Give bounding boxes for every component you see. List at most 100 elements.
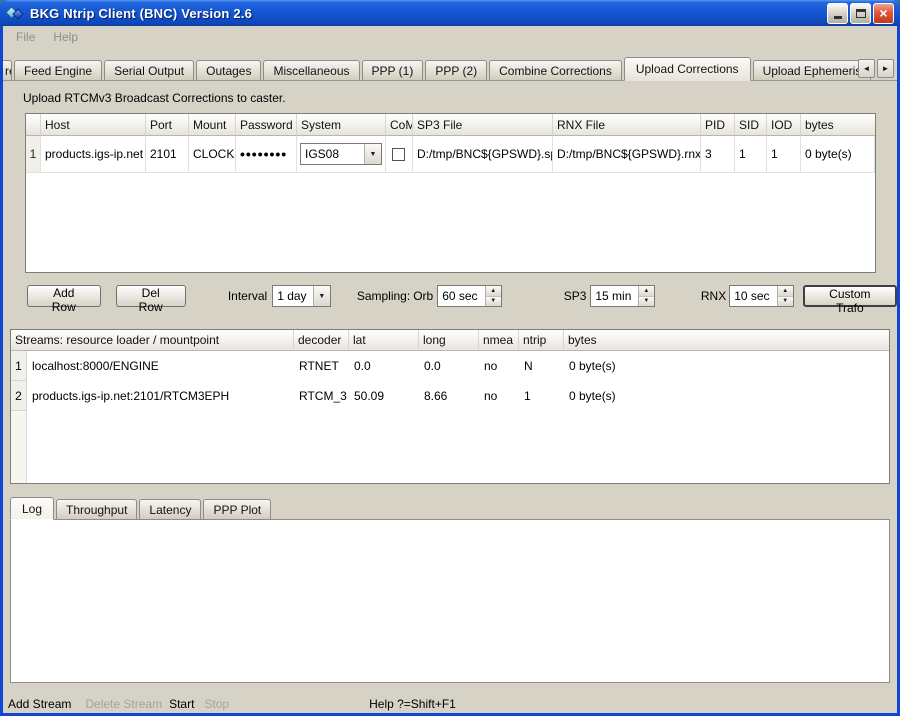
system-combobox[interactable]: IGS08 ▼ — [300, 143, 382, 165]
tab-latency[interactable]: Latency — [139, 499, 201, 519]
column-header-sid[interactable]: SID — [735, 114, 767, 136]
stop-button[interactable]: Stop — [204, 697, 229, 711]
stream-row[interactable]: 1 localhost:8000/ENGINE RTNET 0.0 0.0 no… — [11, 351, 889, 381]
cell-pid[interactable]: 3 — [701, 136, 735, 173]
menu-bar: File Help — [3, 26, 897, 48]
close-button[interactable]: × — [873, 3, 894, 24]
client-area: File Help rections Feed Engine Serial Ou… — [3, 26, 897, 713]
column-header-pid[interactable]: PID — [701, 114, 735, 136]
minimize-button[interactable] — [827, 3, 848, 24]
tab-log[interactable]: Log — [10, 497, 54, 520]
cell-sid[interactable]: 1 — [735, 136, 767, 173]
tab-ppp-2[interactable]: PPP (2) — [425, 60, 487, 80]
start-button[interactable]: Start — [169, 697, 194, 711]
delete-stream-button[interactable]: Delete Stream — [85, 697, 162, 711]
column-header-iod[interactable]: IOD — [767, 114, 801, 136]
spin-buttons[interactable]: ▲ ▼ — [638, 286, 654, 306]
tab-broadcast-corrections[interactable]: rections — [3, 60, 12, 80]
column-header-sp3-file[interactable]: SP3 File — [413, 114, 553, 136]
cell-lat: 0.0 — [349, 351, 419, 381]
tab-upload-corrections[interactable]: Upload Corrections — [624, 57, 751, 81]
tab-combine-corrections[interactable]: Combine Corrections — [489, 60, 622, 80]
upload-corrections-table: Host Port Mount Password System CoM SP3 … — [25, 113, 876, 273]
interval-combobox[interactable]: 1 day ▼ — [272, 285, 331, 307]
bottom-tab-bar: Log Throughput Latency PPP Plot — [10, 496, 897, 519]
cell-iod[interactable]: 1 — [767, 136, 801, 173]
column-header-port[interactable]: Port — [146, 114, 189, 136]
spin-buttons[interactable]: ▲ ▼ — [777, 286, 793, 306]
orb-value: 60 sec — [438, 286, 484, 306]
column-header-host[interactable]: Host — [41, 114, 146, 136]
tab-feed-engine[interactable]: Feed Engine — [14, 60, 102, 80]
spin-down-icon: ▼ — [778, 297, 793, 307]
streams-table: Streams: resource loader / mountpoint de… — [10, 329, 890, 484]
column-header-decoder[interactable]: decoder — [294, 330, 349, 351]
column-header-mount[interactable]: Mount — [189, 114, 236, 136]
cell-host[interactable]: products.igs-ip.net — [41, 136, 146, 173]
spin-buttons[interactable]: ▲ ▼ — [485, 286, 501, 306]
column-header-system[interactable]: System — [297, 114, 386, 136]
cell-decoder: RTNET — [294, 351, 349, 381]
cell-ntrip: N — [519, 351, 564, 381]
cell-sp3-file[interactable]: D:/tmp/BNC${GPSWD}.sp3 — [413, 136, 553, 173]
stream-row[interactable]: 2 products.igs-ip.net:2101/RTCM3EPH RTCM… — [11, 381, 889, 411]
log-pane[interactable] — [10, 519, 890, 683]
column-header-com[interactable]: CoM — [386, 114, 413, 136]
cell-bytes[interactable]: 0 byte(s) — [801, 136, 875, 173]
tab-serial-output[interactable]: Serial Output — [104, 60, 194, 80]
cell-rnx-file[interactable]: D:/tmp/BNC${GPSWD}.rnx — [553, 136, 701, 173]
column-header-lat[interactable]: lat — [349, 330, 419, 351]
spin-up-icon: ▲ — [486, 286, 501, 297]
column-header-long[interactable]: long — [419, 330, 479, 351]
rnx-label: RNX — [701, 289, 726, 303]
upload-table-row: 1 products.igs-ip.net 2101 CLOCK •••••••… — [26, 136, 875, 173]
window-title: BKG Ntrip Client (BNC) Version 2.6 — [30, 6, 821, 21]
chevron-down-icon: ▼ — [313, 286, 330, 306]
menu-file[interactable]: File — [7, 28, 44, 46]
rnx-spinner[interactable]: 10 sec ▲ ▼ — [729, 285, 793, 307]
column-header-nmea[interactable]: nmea — [479, 330, 519, 351]
minimize-icon — [834, 16, 842, 19]
tab-miscellaneous[interactable]: Miscellaneous — [263, 60, 359, 80]
spin-down-icon: ▼ — [486, 297, 501, 307]
tab-throughput[interactable]: Throughput — [56, 499, 137, 519]
tab-upload-ephemeris[interactable]: Upload Ephemeris — [753, 60, 872, 80]
tab-scroll-left-button[interactable]: ◄ — [858, 59, 875, 78]
tab-ppp-1[interactable]: PPP (1) — [362, 60, 424, 80]
tab-outages[interactable]: Outages — [196, 60, 261, 80]
row-number-header — [26, 114, 41, 136]
cell-mountpoint: products.igs-ip.net:2101/RTCM3EPH — [27, 381, 294, 411]
app-window: BKG Ntrip Client (BNC) Version 2.6 × Fil… — [0, 0, 900, 716]
sampling-label: Sampling: — [357, 289, 410, 303]
tab-ppp-plot[interactable]: PPP Plot — [203, 499, 271, 519]
cell-stream-bytes: 0 byte(s) — [564, 381, 889, 411]
column-header-mountpoint[interactable]: Streams: resource loader / mountpoint — [11, 330, 294, 351]
orb-label: Orb — [413, 289, 433, 303]
sp3-label: SP3 — [564, 289, 587, 303]
streams-table-empty-area — [11, 411, 889, 483]
column-header-stream-bytes[interactable]: bytes — [564, 330, 889, 351]
maximize-button[interactable] — [850, 3, 871, 24]
add-row-button[interactable]: Add Row — [27, 285, 101, 307]
sp3-spinner[interactable]: 15 min ▲ ▼ — [590, 285, 654, 307]
column-header-ntrip[interactable]: ntrip — [519, 330, 564, 351]
menu-help[interactable]: Help — [44, 28, 87, 46]
column-header-password[interactable]: Password — [236, 114, 297, 136]
system-value: IGS08 — [301, 144, 364, 164]
cell-port[interactable]: 2101 — [146, 136, 189, 173]
scroll-right-icon: ► — [882, 64, 890, 73]
cell-mountpoint: localhost:8000/ENGINE — [27, 351, 294, 381]
del-row-button[interactable]: Del Row — [116, 285, 186, 307]
tab-scroll-right-button[interactable]: ► — [877, 59, 894, 78]
cell-stream-bytes: 0 byte(s) — [564, 351, 889, 381]
cell-password[interactable]: •••••••• — [236, 136, 297, 173]
column-header-bytes[interactable]: bytes — [801, 114, 875, 136]
add-stream-button[interactable]: Add Stream — [8, 697, 71, 711]
column-header-rnx-file[interactable]: RNX File — [553, 114, 701, 136]
cell-mount[interactable]: CLOCK — [189, 136, 236, 173]
com-checkbox[interactable] — [392, 148, 405, 161]
spin-up-icon: ▲ — [778, 286, 793, 297]
title-bar[interactable]: BKG Ntrip Client (BNC) Version 2.6 × — [0, 0, 900, 26]
orb-spinner[interactable]: 60 sec ▲ ▼ — [437, 285, 501, 307]
custom-trafo-button[interactable]: Custom Trafo — [803, 285, 897, 307]
